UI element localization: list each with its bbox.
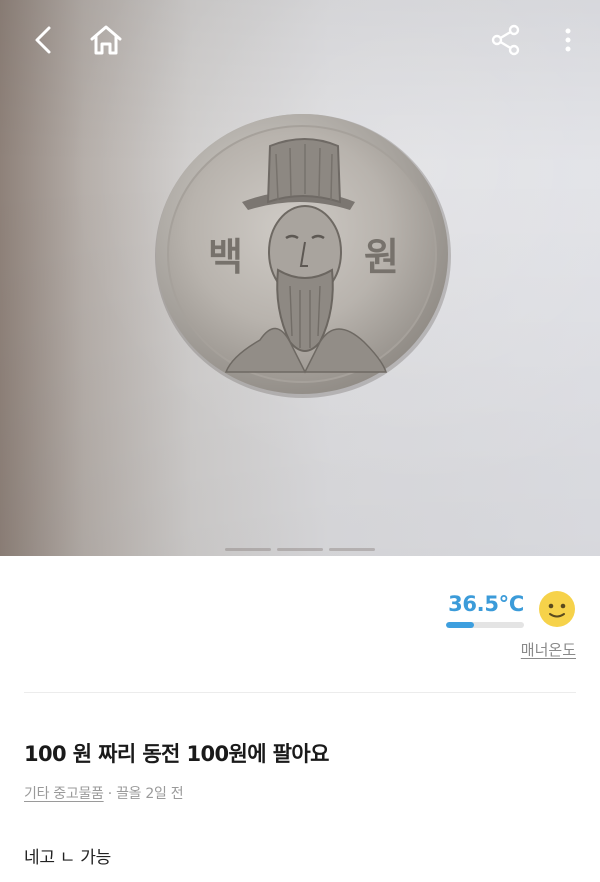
share-icon bbox=[491, 24, 520, 56]
post-body: 네고 ㄴ 가능 bbox=[24, 848, 111, 868]
section-divider bbox=[24, 692, 576, 693]
post-title: 100 원 짜리 동전 100원에 팔아요 bbox=[24, 742, 329, 766]
coin-left-text: 백 bbox=[208, 235, 243, 279]
top-navigation-bar bbox=[0, 0, 600, 80]
coin-image: 백 원 bbox=[155, 114, 451, 398]
temperature-bar bbox=[446, 622, 524, 628]
back-button[interactable] bbox=[22, 18, 66, 62]
page-dot bbox=[225, 548, 271, 551]
manner-temperature: 36.5°C 매너온도 bbox=[436, 588, 576, 668]
more-options-button[interactable] bbox=[546, 18, 590, 62]
meta-separator: · bbox=[103, 786, 117, 802]
temperature-bar-fill bbox=[446, 622, 475, 628]
page-dot bbox=[277, 548, 323, 551]
coin-right-text: 원 bbox=[364, 235, 399, 279]
manner-temperature-link[interactable]: 매너온도 bbox=[521, 639, 576, 660]
category-link[interactable]: 기타 중고물품 bbox=[24, 786, 104, 802]
temperature-value: 36.5°C bbox=[448, 592, 524, 616]
product-photo[interactable]: 백 원 bbox=[0, 0, 600, 556]
page-dot bbox=[329, 548, 375, 551]
smiley-face-icon bbox=[539, 591, 575, 627]
home-icon bbox=[90, 25, 122, 55]
photo-page-indicator bbox=[0, 548, 600, 556]
share-button[interactable] bbox=[484, 18, 528, 62]
more-vertical-icon bbox=[565, 28, 571, 52]
post-meta: 기타 중고물품 · 끌올 2일 전 bbox=[24, 783, 184, 803]
post-time: 끌올 2일 전 bbox=[116, 786, 184, 802]
home-button[interactable] bbox=[84, 18, 128, 62]
chevron-left-icon bbox=[35, 26, 51, 54]
